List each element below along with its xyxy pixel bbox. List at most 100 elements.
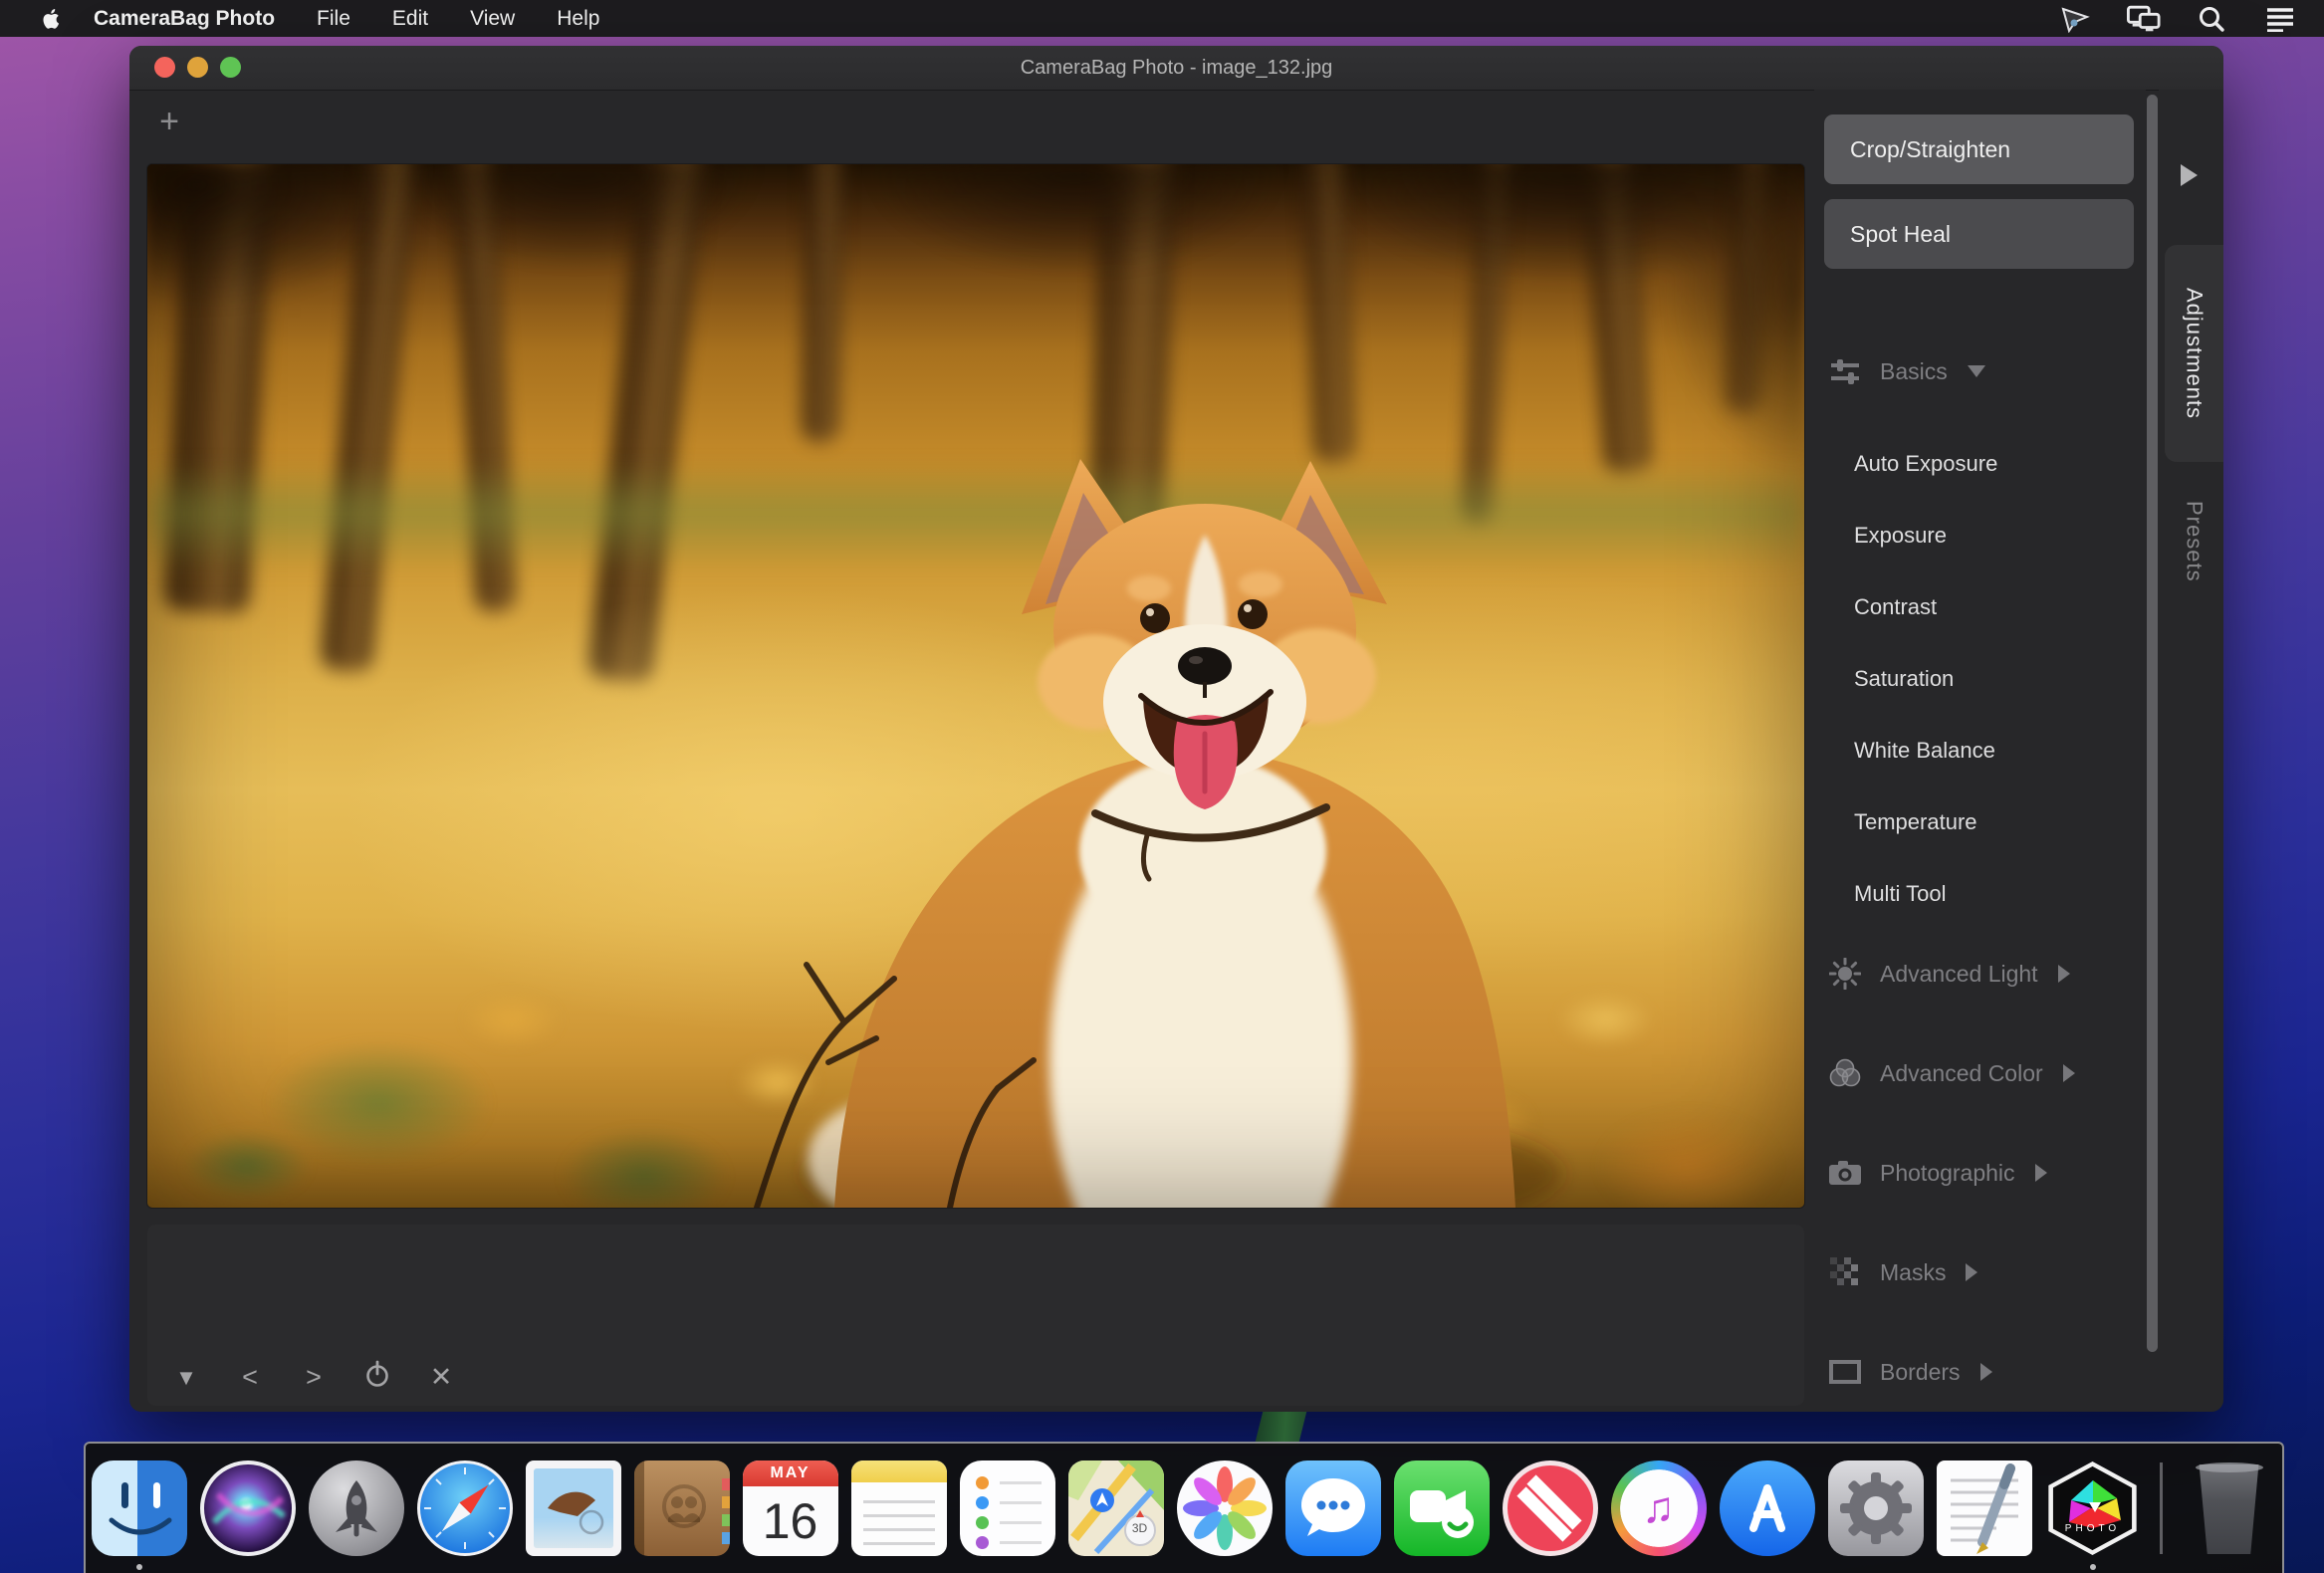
dock-icon-reminders[interactable] [959, 1461, 1055, 1556]
pointer-icon[interactable] [2059, 5, 2093, 33]
section-advanced-color[interactable]: Advanced Color [1814, 1051, 2146, 1095]
dock-icon-itunes[interactable]: ♫ [1610, 1461, 1707, 1556]
title-bar[interactable]: CameraBag Photo - image_132.jpg [129, 46, 2223, 91]
news-icon [1502, 1461, 1598, 1556]
menu-bar: CameraBag Photo File Edit View Help [0, 0, 2324, 37]
section-label: Borders [1880, 1358, 1961, 1385]
section-label: Basics [1880, 357, 1948, 384]
dock-icon-textedit[interactable] [1936, 1461, 2032, 1556]
adjustment-contrast[interactable]: Contrast [1814, 571, 2146, 643]
adjustment-white-balance[interactable]: White Balance [1814, 715, 2146, 786]
textedit-icon [1936, 1461, 2032, 1556]
app-store-icon [1719, 1461, 1815, 1556]
dock-icon-messages[interactable] [1284, 1461, 1381, 1556]
dock-icon-mail[interactable] [525, 1461, 621, 1556]
apple-icon[interactable] [42, 7, 62, 31]
maps-icon: 3D [1067, 1461, 1164, 1556]
menu-item-file[interactable]: File [317, 7, 350, 31]
dock-icon-finder[interactable] [91, 1461, 187, 1570]
finder-icon [91, 1461, 187, 1556]
dock-icon-launchpad[interactable] [308, 1461, 404, 1556]
dock-icon-maps[interactable]: 3D [1067, 1461, 1164, 1556]
running-indicator [2089, 1564, 2096, 1570]
displays-icon[interactable] [2127, 5, 2161, 33]
menu-item-view[interactable]: View [470, 7, 515, 31]
chevron-right-icon [2062, 1064, 2075, 1082]
spotlight-icon[interactable] [2195, 5, 2228, 33]
adjustment-auto-exposure[interactable]: Auto Exposure [1814, 428, 2146, 500]
sun-icon [1828, 957, 1862, 991]
section-basics[interactable]: Basics [1814, 349, 2146, 393]
launchpad-icon [308, 1461, 404, 1556]
basics-list: Auto Exposure Exposure Contrast Saturati… [1814, 428, 2146, 930]
crop-straighten-button[interactable]: Crop/Straighten [1824, 114, 2134, 184]
adjustment-temperature[interactable]: Temperature [1814, 786, 2146, 858]
safari-icon [416, 1461, 513, 1556]
itunes-icon: ♫ [1610, 1461, 1707, 1556]
calendar-day: 16 [762, 1493, 818, 1549]
dock-icon-trash[interactable] [2182, 1461, 2277, 1556]
section-masks[interactable]: Masks [1814, 1250, 2146, 1294]
menu-app-name[interactable]: CameraBag Photo [94, 7, 275, 31]
next-image-icon[interactable]: > [297, 1362, 331, 1393]
chevron-right-icon [1979, 1363, 1992, 1381]
dock-icon-photos[interactable] [1176, 1461, 1273, 1556]
section-label: Masks [1880, 1258, 1947, 1285]
adjustment-saturation[interactable]: Saturation [1814, 643, 2146, 715]
panel-scrollbar[interactable] [2147, 95, 2158, 1352]
camerabag-label: PHOTO [2064, 1523, 2121, 1534]
checker-icon [1828, 1255, 1862, 1289]
dock-icon-app-store[interactable] [1719, 1461, 1815, 1556]
siri-icon [199, 1461, 296, 1556]
collapse-filmstrip-icon[interactable]: ▼ [169, 1365, 203, 1391]
trash-icon [2199, 1464, 2259, 1554]
dock-icon-notes[interactable] [850, 1461, 947, 1556]
section-photographic[interactable]: Photographic [1814, 1151, 2146, 1195]
dock-icon-calendar[interactable]: MAY 16 [742, 1461, 838, 1556]
chevron-right-icon [2034, 1164, 2047, 1182]
menu-item-help[interactable]: Help [557, 7, 599, 31]
calendar-month: MAY [742, 1461, 838, 1486]
spot-heal-button[interactable]: Spot Heal [1824, 199, 2134, 269]
tab-adjustments[interactable]: Adjustments [2165, 245, 2223, 462]
maps-3d-label: 3D [1131, 1521, 1148, 1535]
panel-tab-strip: Adjustments Presets [2159, 90, 2223, 1412]
tab-adjustments-label: Adjustments [2182, 287, 2208, 420]
dock-divider [2159, 1462, 2163, 1554]
dock-icon-safari[interactable] [416, 1461, 513, 1556]
dock-icon-news[interactable] [1502, 1461, 1598, 1556]
collapse-panel-icon[interactable] [2181, 164, 2198, 186]
reminders-icon [959, 1461, 1055, 1556]
filmstrip-controls: ▼ < > ✕ [169, 1359, 458, 1396]
dock-icon-camerabag[interactable]: PHOTO [2045, 1461, 2141, 1570]
close-image-icon[interactable]: ✕ [424, 1362, 458, 1393]
section-label: Advanced Light [1880, 960, 2038, 987]
photo-vignette [147, 164, 1804, 1208]
running-indicator [135, 1564, 142, 1570]
camera-icon [1828, 1156, 1862, 1190]
menu-item-edit[interactable]: Edit [392, 7, 428, 31]
dock-icon-siri[interactable] [199, 1461, 296, 1556]
list-icon[interactable] [2262, 5, 2296, 33]
section-advanced-light[interactable]: Advanced Light [1814, 952, 2146, 996]
history-icon[interactable] [360, 1359, 394, 1396]
app-window: CameraBag Photo - image_132.jpg + ▼ < > … [129, 46, 2223, 1412]
chevron-down-icon [1967, 365, 1985, 377]
section-borders[interactable]: Borders [1814, 1350, 2146, 1394]
dock-icon-facetime[interactable] [1393, 1461, 1490, 1556]
dock-icon-contacts[interactable] [633, 1461, 730, 1556]
sliders-icon [1828, 354, 1862, 388]
previous-image-icon[interactable]: < [233, 1362, 267, 1393]
filmstrip-panel: ▼ < > ✕ [147, 1225, 1804, 1406]
adjustment-multi-tool[interactable]: Multi Tool [1814, 858, 2146, 930]
color-circles-icon [1828, 1056, 1862, 1090]
tab-presets[interactable]: Presets [2165, 482, 2223, 601]
wallpaper-detail [1254, 1412, 1307, 1446]
dock-icon-system-preferences[interactable] [1827, 1461, 1924, 1556]
menu-bar-status-area [2059, 0, 2296, 37]
border-icon [1828, 1355, 1862, 1389]
adjustment-exposure[interactable]: Exposure [1814, 500, 2146, 571]
photo-canvas[interactable] [147, 164, 1804, 1208]
add-image-button[interactable]: + [151, 104, 187, 139]
facetime-icon [1393, 1461, 1490, 1556]
